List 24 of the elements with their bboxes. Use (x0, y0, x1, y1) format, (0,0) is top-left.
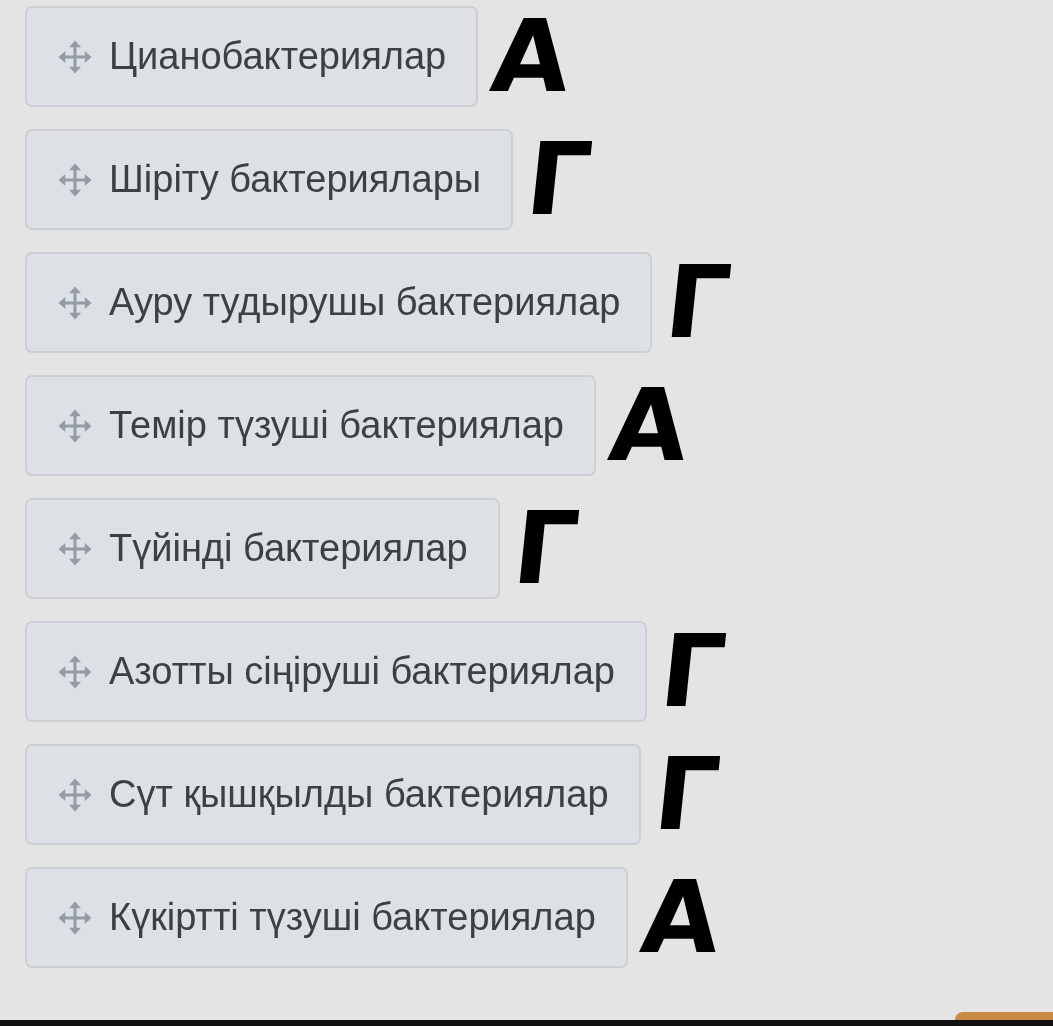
move-icon (57, 161, 93, 198)
move-icon (57, 776, 93, 813)
handwritten-letter: Г (655, 621, 730, 722)
move-icon (57, 530, 93, 567)
handwritten-letter: Г (508, 498, 583, 599)
handwritten-letter: Г (661, 252, 736, 353)
draggable-item[interactable]: Темір түзуші бактериялар (25, 375, 596, 476)
move-icon (57, 653, 93, 690)
draggable-item[interactable]: Күкіртті түзуші бактериялар (25, 867, 628, 968)
draggable-item[interactable]: Шіріту бактериялары (25, 129, 514, 230)
draggable-item[interactable]: Түйінді бактериялар (25, 498, 500, 599)
handwritten-letter: А (636, 867, 725, 968)
move-icon (57, 899, 93, 936)
move-icon (57, 284, 93, 321)
handwritten-letter: Г (521, 129, 597, 230)
move-icon (57, 407, 93, 444)
move-icon (57, 38, 93, 75)
draggable-item[interactable]: Сүт қышқылды бактериялар (25, 744, 641, 845)
draggable-item[interactable]: Цианобактериялар (25, 6, 479, 107)
handwritten-letter: А (604, 375, 693, 476)
handwritten-letter: Г (649, 744, 724, 845)
draggable-item[interactable]: Ауру тудырушы бактериялар (25, 252, 653, 353)
handwritten-letter: А (486, 6, 575, 107)
draggable-item[interactable]: Азотты сіңіруші бактериялар (25, 621, 647, 722)
